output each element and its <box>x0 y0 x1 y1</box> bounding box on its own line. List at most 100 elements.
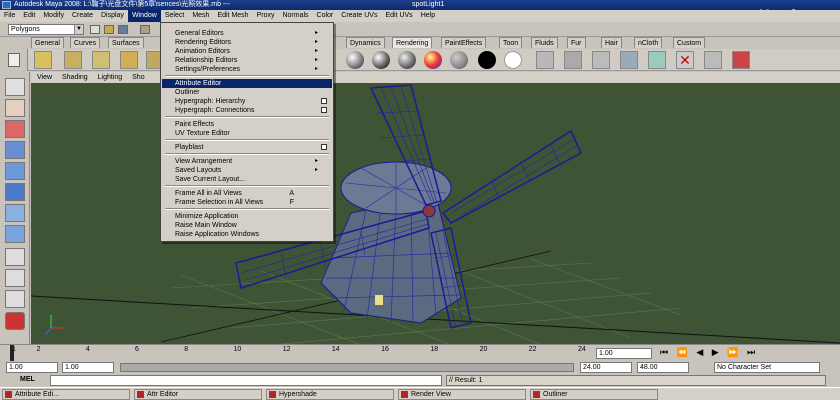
tab-curves[interactable]: Curves <box>70 37 101 48</box>
area-light-tool-icon[interactable] <box>64 51 82 69</box>
step-back-icon[interactable]: ⏪ <box>677 347 691 357</box>
minimized-window-attr-editor[interactable]: Attr Editor <box>134 389 262 400</box>
minimized-window-outliner[interactable]: Outliner <box>530 389 658 400</box>
menu-item-minimize-application[interactable]: Minimize Application <box>162 212 332 221</box>
panel-menu-lighting[interactable]: Lighting <box>98 74 123 81</box>
go-to-end-icon[interactable]: ⏭ <box>747 347 758 357</box>
time-slider[interactable]: 124681012141618202224 1.00 ⏮ ⏪ ◀ ▶ ⏩ ⏭ <box>0 344 840 361</box>
panel-menu-shading[interactable]: Shading <box>62 74 88 81</box>
menu-proxy[interactable]: Proxy <box>253 10 279 22</box>
minimized-window-render-view[interactable]: Render View <box>398 389 526 400</box>
point-light-tool-icon[interactable] <box>92 51 110 69</box>
tab-ncloth[interactable]: nCloth <box>634 37 663 48</box>
step-forward-icon[interactable]: ⏩ <box>727 347 741 357</box>
menu-item-uv-texture-editor[interactable]: UV Texture Editor <box>162 129 332 138</box>
lasso-tool-icon[interactable] <box>5 99 25 117</box>
panel-menu-show[interactable]: Sho <box>132 74 144 81</box>
menu-create[interactable]: Create <box>68 10 97 22</box>
surface-shader-icon[interactable] <box>478 51 496 69</box>
menu-select[interactable]: Select <box>161 10 188 22</box>
menu-item-saved-layouts[interactable]: Saved Layouts ▸ <box>162 166 332 175</box>
blinn-material-icon[interactable] <box>372 51 390 69</box>
menu-item-frame-selection-in-all-views[interactable]: Frame Selection in All Views F <box>162 198 332 207</box>
option-box-icon[interactable] <box>321 107 327 113</box>
spot-light-tool-icon[interactable] <box>34 51 52 69</box>
menu-item-playblast[interactable]: Playblast <box>162 143 332 152</box>
tab-general[interactable]: General <box>31 37 64 48</box>
playback-start-field[interactable]: 1.00 <box>62 362 114 373</box>
tab-rendering[interactable]: Rendering <box>392 37 433 48</box>
menu-item-animation-editors[interactable]: Animation Editors ▸ <box>162 47 332 56</box>
current-frame-field[interactable]: 1.00 <box>596 348 652 359</box>
directional-light-icon[interactable] <box>120 51 138 69</box>
hypershade-icon[interactable] <box>620 51 638 69</box>
menu-item-view-arrangement[interactable]: View Arrangement ▸ <box>162 157 332 166</box>
menu-item-rendering-editors[interactable]: Rendering Editors ▸ <box>162 38 332 47</box>
menu-item-relationship-editors[interactable]: Relationship Editors ▸ <box>162 56 332 65</box>
two-pane-layout-icon[interactable] <box>5 290 25 308</box>
phong-material-icon[interactable] <box>398 51 416 69</box>
save-scene-icon[interactable] <box>118 25 128 34</box>
menu-item-settings-preferences[interactable]: Settings/Preferences ▸ <box>162 65 332 74</box>
tab-toon[interactable]: Toon <box>499 37 523 48</box>
open-scene-icon[interactable] <box>104 25 114 34</box>
menu-edit-uvs[interactable]: Edit UVs <box>381 10 416 22</box>
menu-modify[interactable]: Modify <box>39 10 68 22</box>
paint-select-tool-icon[interactable] <box>5 120 25 138</box>
use-background-icon[interactable] <box>504 51 522 69</box>
menu-item-raise-application-windows[interactable]: Raise Application Windows <box>162 230 332 239</box>
new-scene-icon[interactable] <box>90 25 100 34</box>
ramp-material-icon[interactable] <box>424 51 442 69</box>
menu-normals[interactable]: Normals <box>278 10 312 22</box>
playback-end-field[interactable]: 24.00 <box>580 362 632 373</box>
render-current-frame-icon[interactable] <box>536 51 554 69</box>
paint-effects-icon[interactable] <box>732 51 750 69</box>
anisotropic-material-icon[interactable] <box>450 51 468 69</box>
menu-help[interactable]: Help <box>417 10 439 22</box>
menu-display[interactable]: Display <box>97 10 128 22</box>
character-set-field[interactable]: No Character Set <box>714 362 820 373</box>
command-input[interactable] <box>50 375 442 386</box>
menu-item-outliner[interactable]: Outliner <box>162 88 332 97</box>
menu-item-frame-all-in-all-views[interactable]: Frame All in All Views A <box>162 189 332 198</box>
batch-render-icon[interactable] <box>648 51 666 69</box>
select-hierarchy-icon[interactable] <box>140 25 150 34</box>
menu-item-hypergraph-hierarchy[interactable]: Hypergraph: Hierarchy <box>162 97 332 106</box>
cancel-render-icon[interactable]: ✕ <box>676 51 694 69</box>
tab-fluids[interactable]: Fluids <box>531 37 558 48</box>
menu-item-save-current-layout[interactable]: Save Current Layout... <box>162 175 332 184</box>
menu-create-uvs[interactable]: Create UVs <box>337 10 381 22</box>
menu-mesh[interactable]: Mesh <box>188 10 213 22</box>
show-batch-render-icon[interactable] <box>704 51 722 69</box>
option-box-icon[interactable] <box>321 144 327 150</box>
range-bar[interactable] <box>120 363 574 372</box>
minimized-window-hypershade[interactable]: Hypershade <box>266 389 394 400</box>
single-pane-layout-icon[interactable] <box>5 248 25 266</box>
move-tool-icon[interactable] <box>5 141 25 159</box>
four-pane-layout-icon[interactable] <box>5 269 25 287</box>
lambert-material-icon[interactable] <box>346 51 364 69</box>
option-box-icon[interactable] <box>321 98 327 104</box>
render-settings-icon[interactable] <box>592 51 610 69</box>
tab-fur[interactable]: Fur <box>567 37 586 48</box>
shelf-menu-icon[interactable] <box>8 53 20 67</box>
menu-edit-mesh[interactable]: Edit Mesh <box>213 10 252 22</box>
play-forward-icon[interactable]: ▶ <box>712 347 722 357</box>
perspective-viewport[interactable] <box>31 83 840 344</box>
menu-item-raise-main-window[interactable]: Raise Main Window <box>162 221 332 230</box>
tab-painteffects[interactable]: PaintEffects <box>441 37 487 48</box>
scale-tool-icon[interactable] <box>5 183 25 201</box>
menu-item-paint-effects[interactable]: Paint Effects <box>162 120 332 129</box>
menu-item-attribute-editor[interactable]: Attribute Editor <box>162 79 332 88</box>
menu-edit[interactable]: Edit <box>19 10 39 22</box>
tab-hair[interactable]: Hair <box>601 37 622 48</box>
panel-menu-view[interactable]: View <box>37 74 52 81</box>
menu-color[interactable]: Color <box>313 10 338 22</box>
select-tool-icon[interactable] <box>5 78 25 96</box>
manipulator-tool-icon[interactable] <box>5 204 25 222</box>
end-time-field[interactable]: 48.00 <box>637 362 689 373</box>
start-time-field[interactable]: 1.00 <box>6 362 58 373</box>
menu-item-hypergraph-connections[interactable]: Hypergraph: Connections <box>162 106 332 115</box>
menu-window[interactable]: Window <box>127 10 161 22</box>
tab-surfaces[interactable]: Surfaces <box>108 37 144 48</box>
